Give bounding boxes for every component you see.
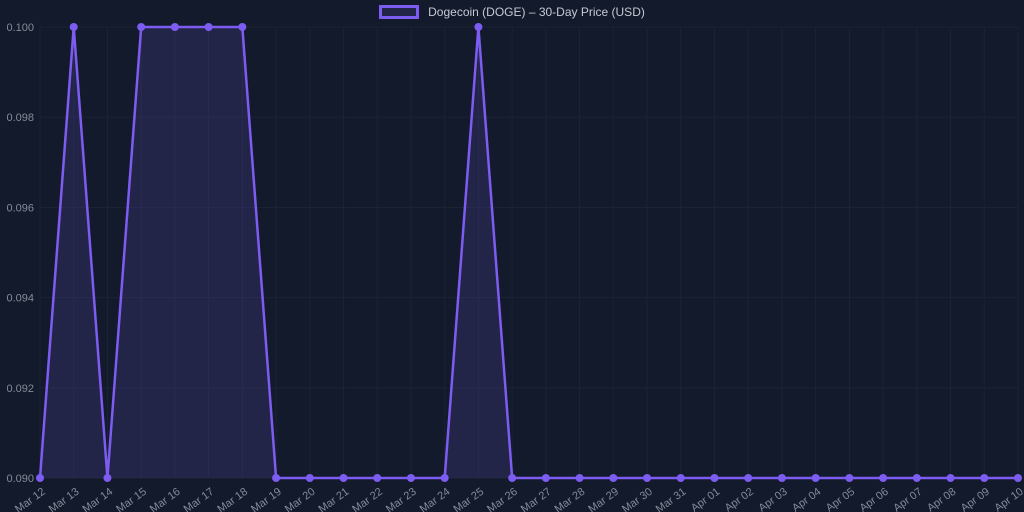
x-tick-label: Apr 02	[723, 486, 756, 512]
x-tick-label: Mar 27	[519, 486, 554, 512]
x-axis-tick-labels: Mar 12Mar 13Mar 14Mar 15Mar 16Mar 17Mar …	[13, 486, 1024, 512]
x-tick-label: Mar 25	[451, 486, 486, 512]
x-tick-label: Mar 16	[148, 486, 183, 512]
x-tick-label: Mar 18	[215, 486, 250, 512]
data-point	[508, 474, 516, 482]
x-tick-label: Apr 07	[891, 486, 924, 512]
x-tick-label: Mar 29	[586, 486, 621, 512]
x-tick-label: Mar 28	[553, 486, 588, 512]
x-tick-label: Mar 14	[80, 486, 115, 512]
y-axis-tick-labels: 0.090 0.092 0.094 0.096 0.098 0.100	[6, 22, 34, 485]
data-point	[70, 23, 78, 31]
data-point	[36, 474, 44, 482]
data-point	[474, 23, 482, 31]
data-point	[710, 474, 718, 482]
data-point	[744, 474, 752, 482]
legend-item-dogecoin[interactable]: Dogecoin (DOGE) – 30-Day Price (USD)	[379, 5, 645, 19]
data-point	[980, 474, 988, 482]
x-tick-label: Mar 20	[283, 486, 318, 512]
x-tick-label: Apr 09	[959, 486, 992, 512]
data-point	[340, 474, 348, 482]
x-tick-label: Mar 30	[620, 486, 655, 512]
y-tick-label: 0.100	[6, 22, 34, 34]
chart-canvas: 0.0900.0920.0940.0960.0980.100Mar 12Mar …	[0, 0, 1024, 512]
x-tick-label: Mar 24	[418, 486, 453, 512]
data-point	[306, 474, 314, 482]
data-point	[205, 23, 213, 31]
x-tick-label: Mar 21	[317, 486, 352, 512]
data-point	[778, 474, 786, 482]
data-point	[913, 474, 921, 482]
x-tick-label: Mar 13	[47, 486, 82, 512]
data-point	[373, 474, 381, 482]
y-tick-label: 0.090	[6, 473, 34, 485]
x-tick-label: Apr 04	[790, 486, 823, 512]
x-tick-label: Mar 15	[114, 486, 149, 512]
x-tick-label: Apr 08	[925, 486, 958, 512]
data-point	[879, 474, 887, 482]
x-tick-label: Apr 01	[689, 486, 722, 512]
data-point	[441, 474, 449, 482]
data-point	[137, 23, 145, 31]
legend: Dogecoin (DOGE) – 30-Day Price (USD)	[0, 5, 1024, 19]
x-tick-label: Mar 17	[182, 486, 217, 512]
x-tick-label: Apr 06	[858, 486, 891, 512]
y-tick-label: 0.092	[6, 383, 34, 395]
data-point	[1014, 474, 1022, 482]
x-tick-label: Mar 12	[13, 486, 48, 512]
y-tick-label: 0.096	[6, 202, 34, 214]
legend-label: Dogecoin (DOGE) – 30-Day Price (USD)	[428, 5, 645, 19]
y-tick-label: 0.094	[6, 293, 34, 305]
y-tick-label: 0.098	[6, 112, 34, 124]
x-tick-label: Mar 22	[350, 486, 385, 512]
data-point	[171, 23, 179, 31]
data-point	[812, 474, 820, 482]
data-point	[542, 474, 550, 482]
x-tick-label: Apr 03	[756, 486, 789, 512]
x-tick-label: Mar 26	[485, 486, 520, 512]
data-point	[947, 474, 955, 482]
doge-price-chart: 0.0900.0920.0940.0960.0980.100Mar 12Mar …	[0, 0, 1024, 512]
data-point	[576, 474, 584, 482]
legend-swatch	[379, 5, 419, 19]
data-point	[643, 474, 651, 482]
x-tick-label: Apr 05	[824, 486, 857, 512]
x-tick-label: Mar 19	[249, 486, 284, 512]
data-point	[103, 474, 111, 482]
data-point	[845, 474, 853, 482]
x-tick-label: Mar 31	[654, 486, 689, 512]
x-tick-label: Apr 10	[992, 486, 1024, 512]
data-point	[407, 474, 415, 482]
x-tick-label: Mar 23	[384, 486, 419, 512]
series-area	[40, 27, 1018, 478]
data-point	[238, 23, 246, 31]
data-point	[272, 474, 280, 482]
data-point	[677, 474, 685, 482]
data-point	[609, 474, 617, 482]
